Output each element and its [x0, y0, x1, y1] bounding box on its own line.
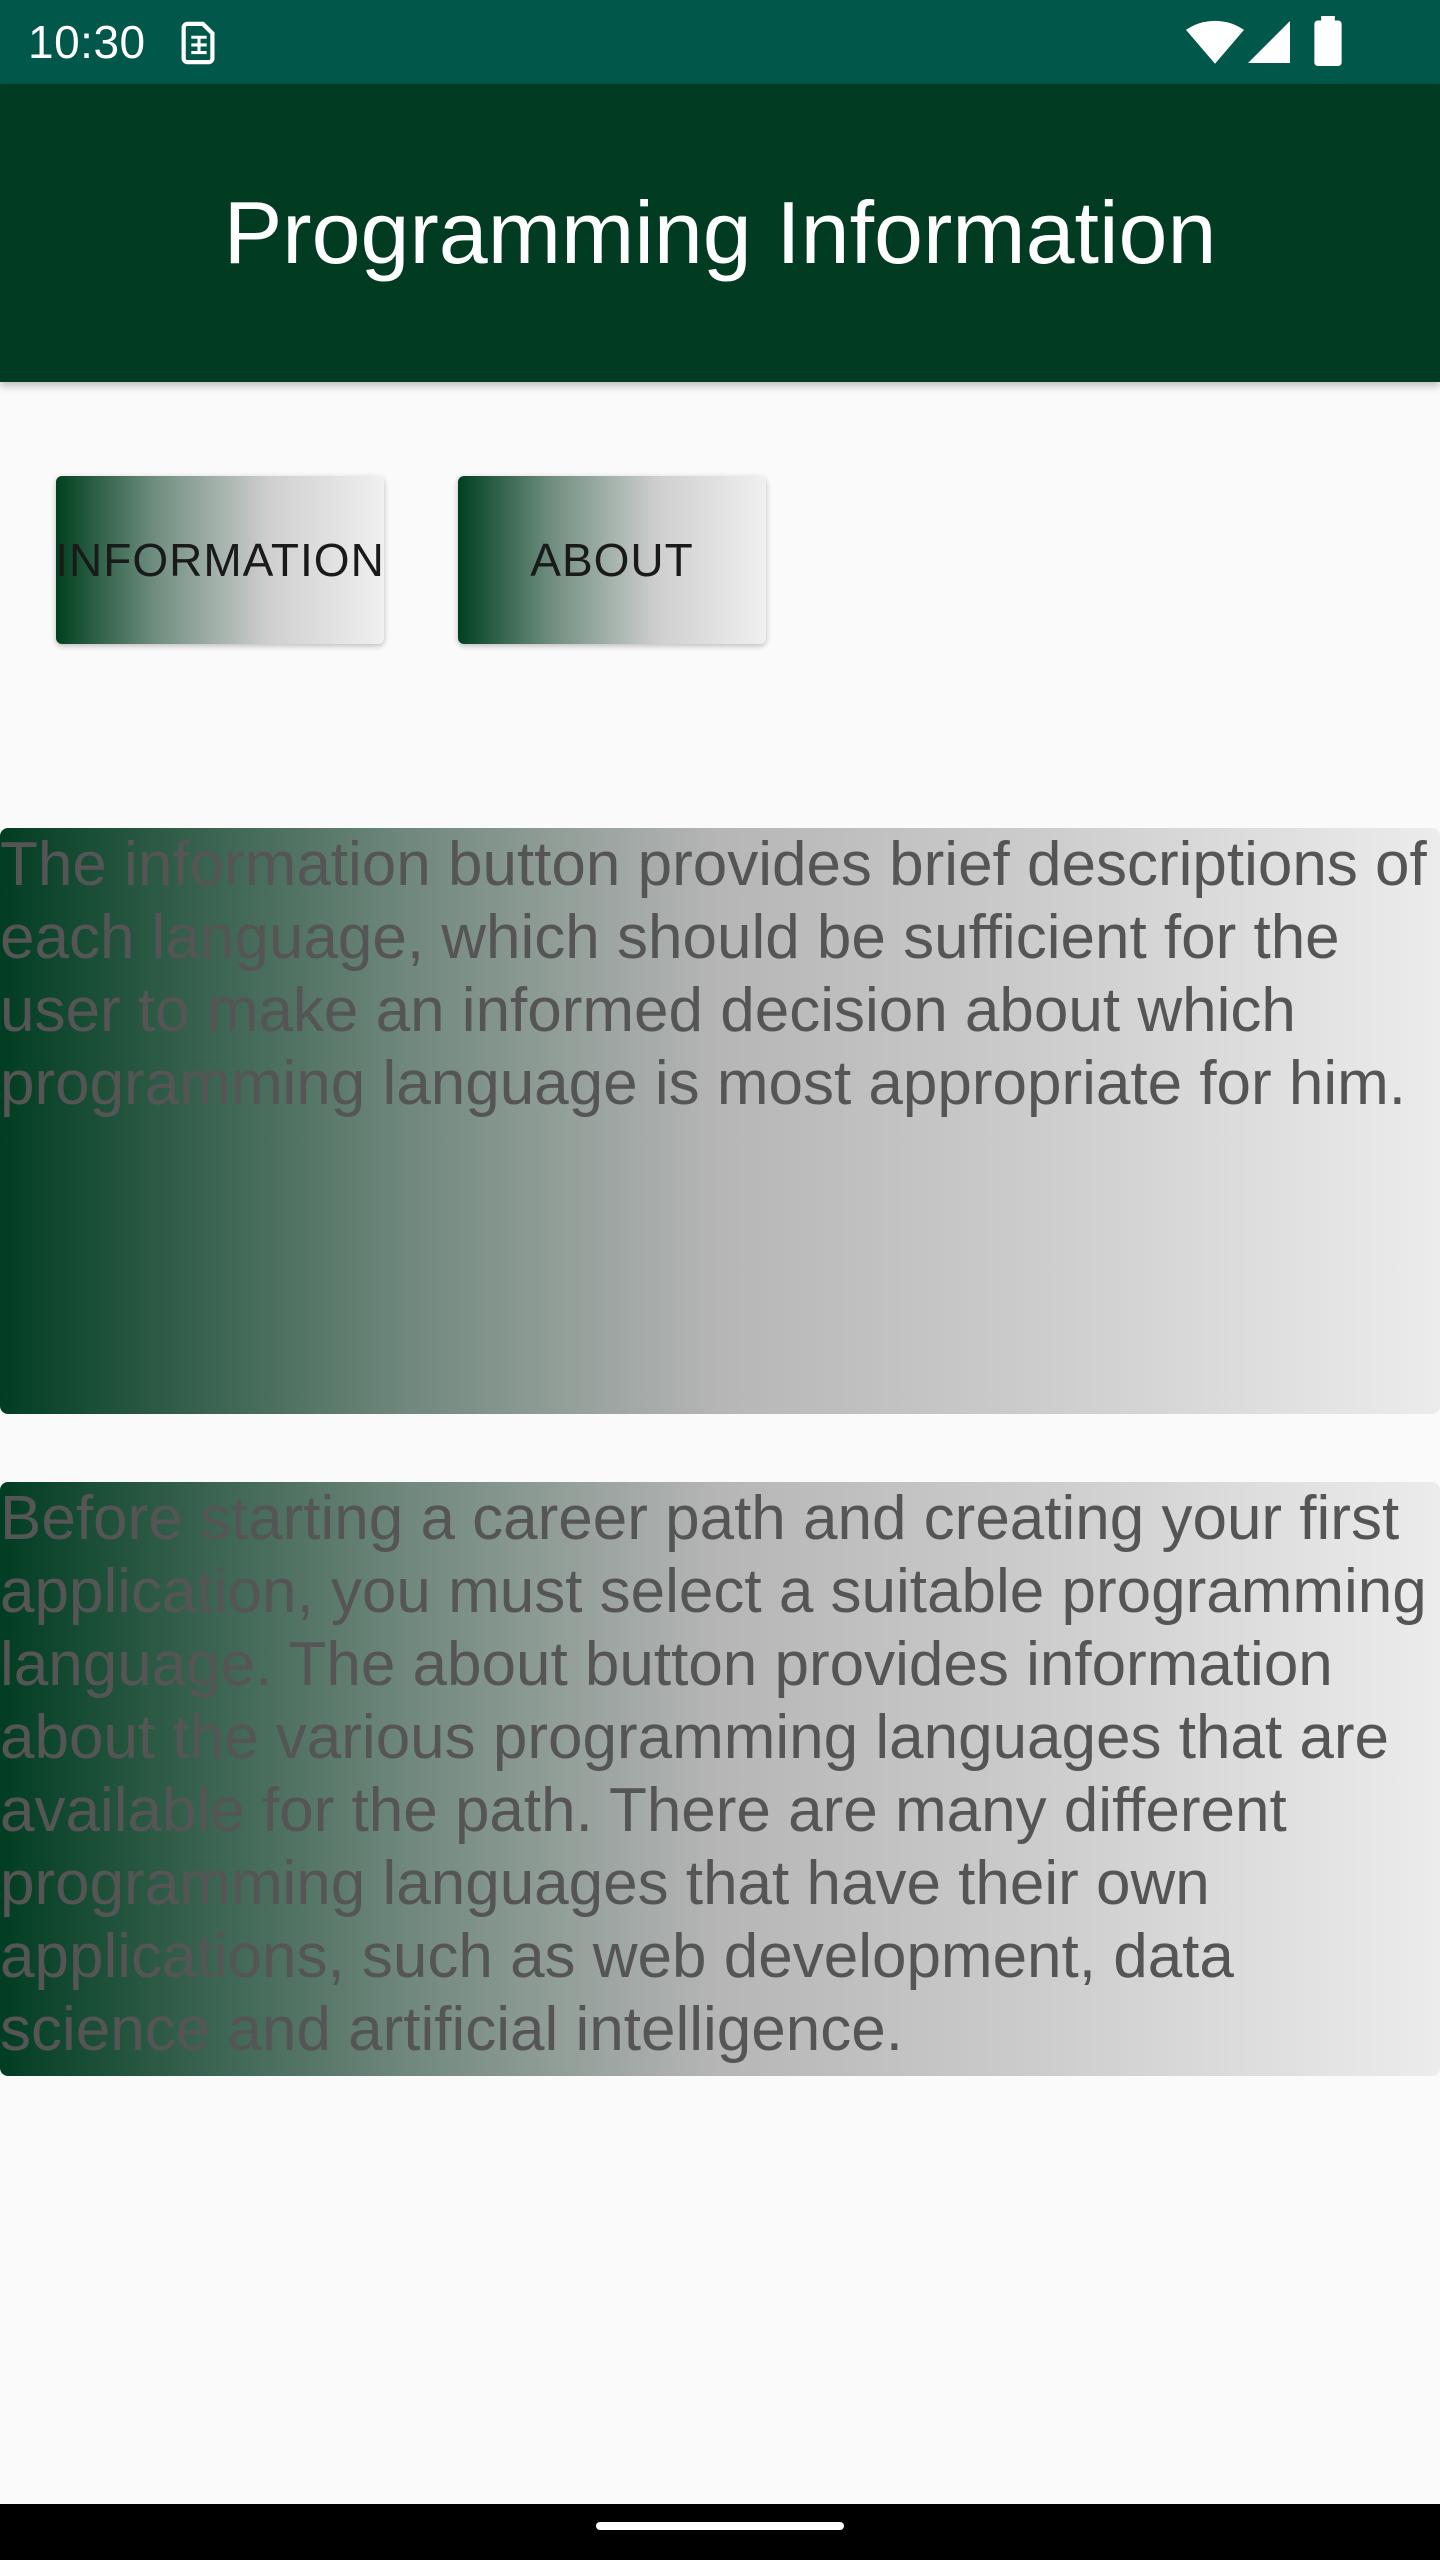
- information-description-text: The information button provides brief de…: [0, 830, 1427, 1118]
- page-title: Programming Information: [223, 183, 1217, 282]
- battery-icon: [1314, 16, 1342, 66]
- signal-icon: [1248, 21, 1290, 63]
- information-description-panel: The information button provides brief de…: [0, 828, 1440, 1414]
- navigation-bar: [0, 2504, 1440, 2560]
- sim-icon: [181, 21, 215, 65]
- home-gesture-handle[interactable]: [596, 2522, 844, 2530]
- wifi-icon: [1186, 20, 1244, 64]
- about-description-text: Before starting a career path and creati…: [0, 1484, 1427, 2064]
- status-time: 10:30: [28, 16, 146, 68]
- app-bar: Programming Information: [0, 84, 1440, 382]
- status-bar: 10:30: [0, 0, 1440, 84]
- information-button[interactable]: INFORMATION: [55, 476, 384, 644]
- about-description-panel: Before starting a career path and creati…: [0, 1482, 1440, 2076]
- about-button[interactable]: ABOUT: [458, 476, 766, 644]
